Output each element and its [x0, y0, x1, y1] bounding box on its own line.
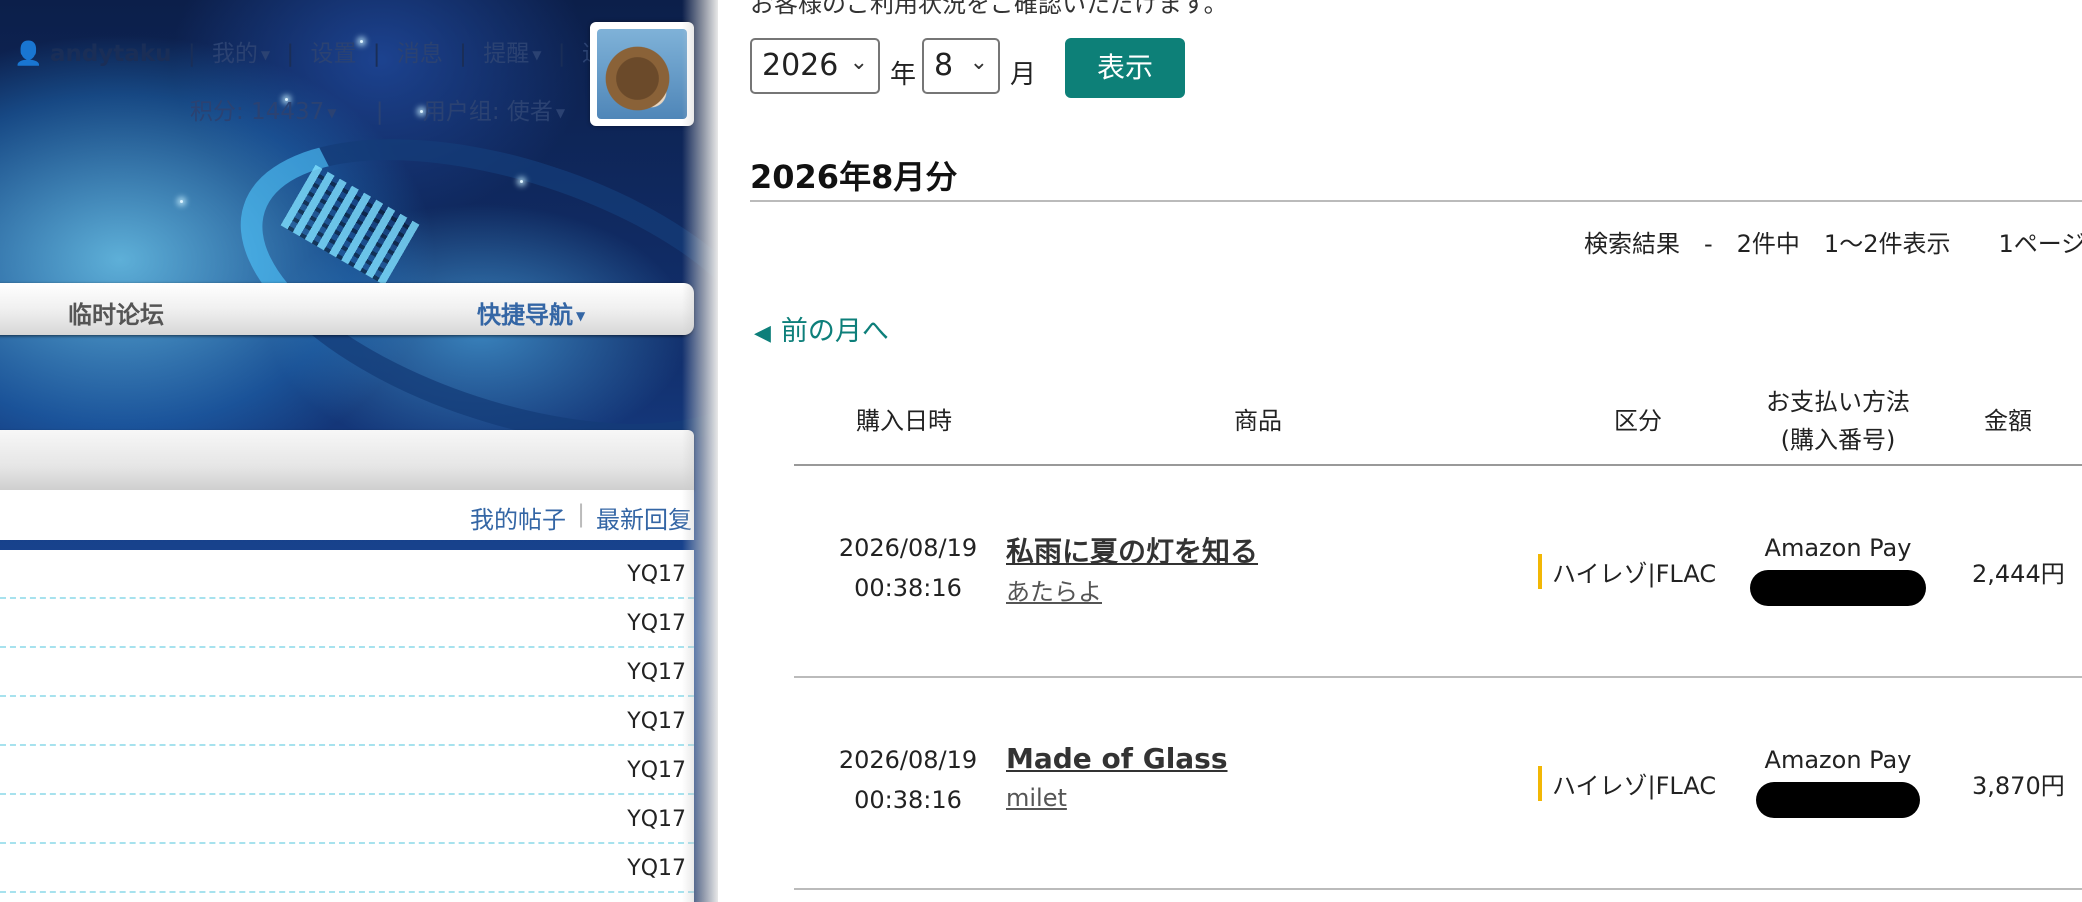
sparkle — [520, 180, 523, 183]
year-unit: 年 — [890, 60, 917, 90]
menu-my[interactable]: 我的 ▼ — [212, 41, 270, 67]
list-item[interactable]: YQ17 — [0, 648, 694, 697]
month-select[interactable]: 8 ⌄ — [922, 38, 1000, 94]
intro-text: お客様のご利用状況をご確認いただけます。 — [750, 0, 1228, 18]
menu-messages[interactable]: 消息 — [397, 41, 443, 67]
chevron-down-icon: ⌄ — [849, 50, 868, 75]
forum-links: 我的帖子 | 最新回复 — [0, 490, 694, 540]
forum-navbar: 临时论坛 快捷导航 ▼ — [0, 283, 694, 335]
redacted-order-number — [1750, 570, 1926, 606]
col-payment-line2: (購入番号) — [1780, 426, 1896, 454]
chevron-down-icon: ⌄ — [969, 50, 988, 75]
list-item[interactable]: YQ17 — [0, 550, 694, 599]
show-button[interactable]: 表示 — [1065, 38, 1185, 98]
row-divider — [794, 676, 2082, 678]
nav-quick-nav[interactable]: 快捷导航 ▼ — [477, 295, 585, 330]
forum-box-header — [0, 430, 694, 490]
forum-list: YQ17 YQ17 YQ17 YQ17 YQ17 YQ17 YQ17 — [0, 550, 694, 902]
list-item[interactable]: YQ17 — [0, 697, 694, 746]
col-item: 商品 — [1234, 407, 1282, 435]
my-posts-link[interactable]: 我的帖子 — [470, 500, 566, 535]
username-link[interactable]: andytaku — [50, 41, 172, 67]
divider — [750, 200, 2082, 202]
redacted-order-number — [1756, 782, 1920, 818]
order-artist-link[interactable]: あたらよ — [1006, 572, 1102, 607]
sparkle — [180, 200, 183, 203]
order-title-link[interactable]: Made of Glass — [1006, 742, 1228, 775]
order-datetime: 2026/08/19 00:38:16 — [838, 534, 978, 602]
order-payment: Amazon Pay — [1748, 746, 1928, 824]
year-select[interactable]: 2026 ⌄ — [750, 38, 880, 94]
col-date: 購入日時 — [856, 407, 952, 435]
list-item[interactable]: YQ17 — [0, 844, 694, 893]
list-item[interactable]: YQ17 — [0, 599, 694, 648]
nav-temp-forum[interactable]: 临时论坛 — [68, 295, 164, 330]
user-bar: 👤 andytaku | 我的▼ | 设置 | 消息 | 提醒▼ | 退出 — [14, 34, 628, 68]
col-category: 区分 — [1614, 407, 1662, 435]
list-item[interactable]: YQ17 — [0, 746, 694, 795]
user-stats: 积分: 14437 ▼ | 用户组: 使者 ▼ — [190, 99, 566, 125]
table-header-divider — [794, 464, 2082, 466]
order-datetime: 2026/08/19 00:38:16 — [838, 746, 978, 814]
order-payment: Amazon Pay — [1748, 534, 1928, 612]
row-divider — [794, 888, 2082, 890]
purchase-history-page: お客様のご利用状況をご確認いただけます。 2026 ⌄ 年 8 ⌄ 月 表示 202… — [718, 0, 2082, 902]
forum-panel: 👤 andytaku | 我的▼ | 设置 | 消息 | 提醒▼ | 退出 积分… — [0, 0, 718, 902]
avatar[interactable] — [590, 22, 694, 126]
menu-settings[interactable]: 设置 — [310, 41, 356, 67]
link-divider: | — [577, 500, 586, 528]
points-link[interactable]: 积分: 14437 ▼ — [190, 99, 336, 125]
usergroup-link[interactable]: 用户组: 使者 ▼ — [423, 99, 565, 125]
arrow-left-icon: ◀ — [754, 321, 771, 346]
menu-reminders[interactable]: 提醒 ▼ — [483, 41, 541, 67]
order-artist-link[interactable]: milet — [1006, 784, 1067, 812]
order-category: ハイレゾ|FLAC — [1538, 766, 1716, 801]
order-category: ハイレゾ|FLAC — [1538, 554, 1716, 589]
col-payment: お支払い方法 (購入番号) — [1738, 383, 1938, 459]
order-amount: 2,444円 — [1972, 560, 2065, 588]
col-payment-line1: お支払い方法 — [1766, 388, 1910, 416]
order-title-link[interactable]: 私雨に夏の灯を知る — [1006, 530, 1258, 570]
month-unit: 月 — [1010, 60, 1037, 90]
results-summary: 検索結果 - 2件中 1〜2件表示 1ページ — [1584, 230, 2082, 258]
user-icon: 👤 — [14, 41, 43, 67]
avatar-image — [597, 29, 687, 119]
list-item[interactable]: YQ17 — [0, 795, 694, 844]
order-amount: 3,870円 — [1972, 772, 2065, 800]
latest-reply-link[interactable]: 最新回复 — [596, 500, 692, 535]
page-title: 2026年8月分 — [750, 158, 958, 196]
col-amount: 金額 — [1984, 407, 2032, 435]
prev-month-link[interactable]: ◀ 前の月へ — [754, 309, 889, 348]
